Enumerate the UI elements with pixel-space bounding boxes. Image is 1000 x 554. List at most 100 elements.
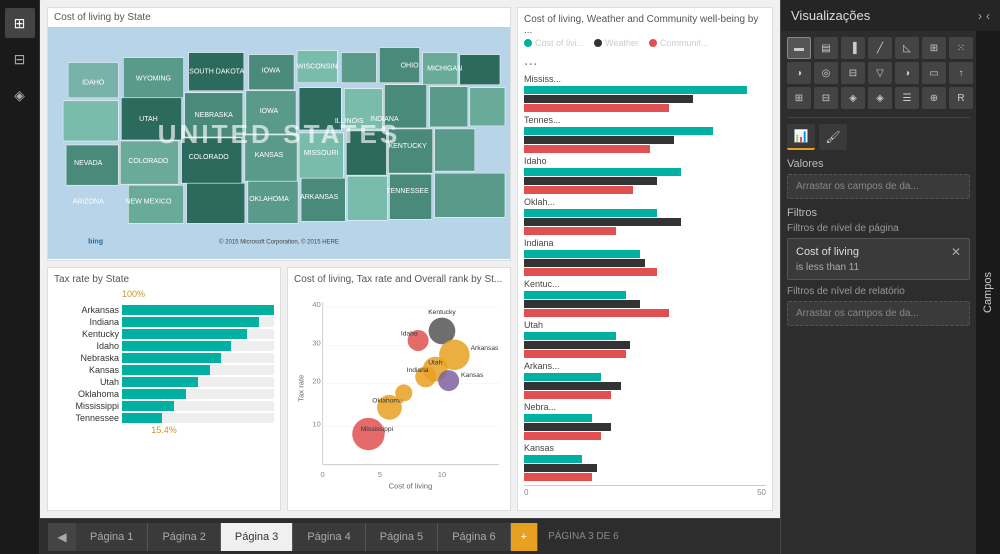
svg-text:UNITED STATES: UNITED STATES: [158, 119, 401, 149]
filter-card-value: is less than 11: [796, 262, 961, 273]
left-sidebar: ⊞ ⊟ ◈: [0, 0, 40, 554]
tax-row-5: Kansas: [54, 365, 274, 375]
tax-bars: Arkansas Indiana Kentucky Idaho: [54, 305, 274, 423]
svg-text:40: 40: [312, 300, 320, 309]
hbar-group-9: Kansas: [524, 443, 766, 481]
filtros-relatorio-title: Filtros de nível de relatório: [787, 286, 970, 297]
legend-item-2: Weather: [594, 38, 639, 48]
page-tab-5[interactable]: Página 5: [366, 523, 438, 551]
us-map-svg: IDAHO WYOMING SOUTH DAKOTA IOWA WISCONSI…: [48, 27, 510, 259]
svg-text:ARKANSAS: ARKANSAS: [300, 194, 339, 201]
tax-track-0: [122, 305, 274, 315]
tax-track-3: [122, 341, 274, 351]
viz-icon-custom[interactable]: ⊕: [922, 87, 946, 109]
hbar-group-7: Arkans...: [524, 361, 766, 399]
viz-icon-matrix[interactable]: ⊟: [814, 87, 838, 109]
page-tab-1[interactable]: Página 1: [76, 523, 148, 551]
legend-item-3: Communit...: [649, 38, 709, 48]
tax-label-9: Tennessee: [54, 413, 119, 423]
svg-text:Tax rate: Tax rate: [297, 375, 306, 402]
hbar-label-3: Oklah...: [524, 197, 766, 207]
tax-row-3: Idaho: [54, 341, 274, 351]
hbar-group-6: Utah: [524, 320, 766, 358]
campos-label[interactable]: Campos: [976, 31, 1000, 554]
hbar-label-7: Arkans...: [524, 361, 766, 371]
tax-bottom-pct: 15.4%: [54, 425, 274, 435]
multibar-more: ...: [524, 52, 766, 70]
viz-icon-filled-map[interactable]: ◈: [868, 87, 892, 109]
hbar-label-4: Indiana: [524, 238, 766, 248]
hbar-group-3: Oklah...: [524, 197, 766, 235]
viz-icon-slicer[interactable]: ☰: [895, 87, 919, 109]
hbar-label-5: Kentuc...: [524, 279, 766, 289]
table-icon[interactable]: ⊟: [5, 44, 35, 74]
viz-icon-pie[interactable]: ◑: [787, 62, 811, 84]
filter-card-header: Cost of living ✕: [796, 245, 961, 259]
svg-text:0: 0: [321, 470, 325, 479]
svg-text:IOWA: IOWA: [260, 108, 279, 115]
svg-text:MISSOURI: MISSOURI: [304, 150, 339, 157]
format-icon[interactable]: 🖌: [819, 124, 847, 150]
legend-item-1: Cost of livi...: [524, 38, 584, 48]
legend-dot-1: [524, 39, 532, 47]
viz-icon-kpi[interactable]: ↑: [949, 62, 973, 84]
tax-row-6: Utah: [54, 377, 274, 387]
viz-icon-stacked[interactable]: ▤: [814, 37, 838, 59]
svg-text:OKLAHOMA: OKLAHOMA: [249, 196, 289, 203]
app-container: ⊞ ⊟ ◈ Cost of living by State: [0, 0, 1000, 554]
viz-icon-treemap[interactable]: ⊟: [841, 62, 865, 84]
viz-icon-r[interactable]: R: [949, 87, 973, 109]
tax-track-1: [122, 317, 274, 327]
viz-icon-column[interactable]: ▐: [841, 37, 865, 59]
svg-text:IDAHO: IDAHO: [82, 80, 105, 87]
scatter-content: 40 30 20 10 0 5 10: [294, 287, 504, 499]
viz-icon-donut[interactable]: ◎: [814, 62, 838, 84]
map-background: IDAHO WYOMING SOUTH DAKOTA IOWA WISCONSI…: [48, 27, 510, 259]
home-icon[interactable]: ⊞: [5, 8, 35, 38]
tax-row-1: Indiana: [54, 317, 274, 327]
viz-icon-area[interactable]: ◺: [895, 37, 919, 59]
viz-icon-ribbon[interactable]: ⊞: [922, 37, 946, 59]
tax-row-0: Arkansas: [54, 305, 274, 315]
add-page-btn[interactable]: +: [511, 523, 538, 551]
viz-icon-map[interactable]: ◈: [841, 87, 865, 109]
valores-drop-zone[interactable]: Arrastar os campos de da...: [787, 174, 970, 199]
multibar-panel: Cost of living, Weather and Community we…: [517, 7, 773, 511]
viz-icon-line[interactable]: ╱: [868, 37, 892, 59]
svg-text:30: 30: [312, 338, 320, 347]
axis-0: 0: [524, 488, 528, 497]
page-tab-2[interactable]: Página 2: [148, 523, 220, 551]
svg-text:INDIANA: INDIANA: [370, 116, 399, 123]
viz-icon-table[interactable]: ⊞: [787, 87, 811, 109]
viz-icon-barchart[interactable]: ▬: [787, 37, 811, 59]
hbar-group-2: Idaho: [524, 156, 766, 194]
scatter-title: Cost of living, Tax rate and Overall ran…: [294, 274, 504, 285]
page-tab-6[interactable]: Página 6: [438, 523, 510, 551]
hbar-label-1: Tennes...: [524, 115, 766, 125]
viz-icon-funnel[interactable]: ▽: [868, 62, 892, 84]
tax-row-4: Nebraska: [54, 353, 274, 363]
svg-text:Kansas: Kansas: [461, 372, 484, 379]
fields-icon[interactable]: 📊: [787, 124, 815, 150]
hbar-fill-0-0: [524, 86, 747, 94]
page-tabs: ◀ Página 1 Página 2 Página 3 Página 4 Pá…: [40, 518, 780, 554]
tax-track-7: [122, 389, 274, 399]
tax-title: Tax rate by State: [54, 274, 274, 285]
svg-text:Arkansas: Arkansas: [471, 345, 499, 352]
filter-card-close[interactable]: ✕: [951, 245, 961, 259]
svg-text:SOUTH DAKOTA: SOUTH DAKOTA: [189, 69, 244, 76]
page-tab-4[interactable]: Página 4: [293, 523, 365, 551]
viz-icon-scatter[interactable]: ⁙: [949, 37, 973, 59]
svg-text:Utah: Utah: [428, 359, 442, 366]
viz-icon-card[interactable]: ▭: [922, 62, 946, 84]
page-tab-3[interactable]: Página 3: [221, 523, 293, 551]
viz-icon-gauge[interactable]: ◑: [895, 62, 919, 84]
filtros-relatorio-drop-zone[interactable]: Arrastar os campos de da...: [787, 301, 970, 326]
hbar-fill-0-2: [524, 104, 669, 112]
hbar-label-9: Kansas: [524, 443, 766, 453]
svg-text:KANSAS: KANSAS: [255, 152, 284, 159]
right-panel-arrows[interactable]: › ‹: [978, 9, 990, 23]
prev-page-btn[interactable]: ◀: [48, 523, 76, 551]
filters-section: Filtros Filtros de nível de página Cost …: [787, 207, 970, 326]
model-icon[interactable]: ◈: [5, 80, 35, 110]
